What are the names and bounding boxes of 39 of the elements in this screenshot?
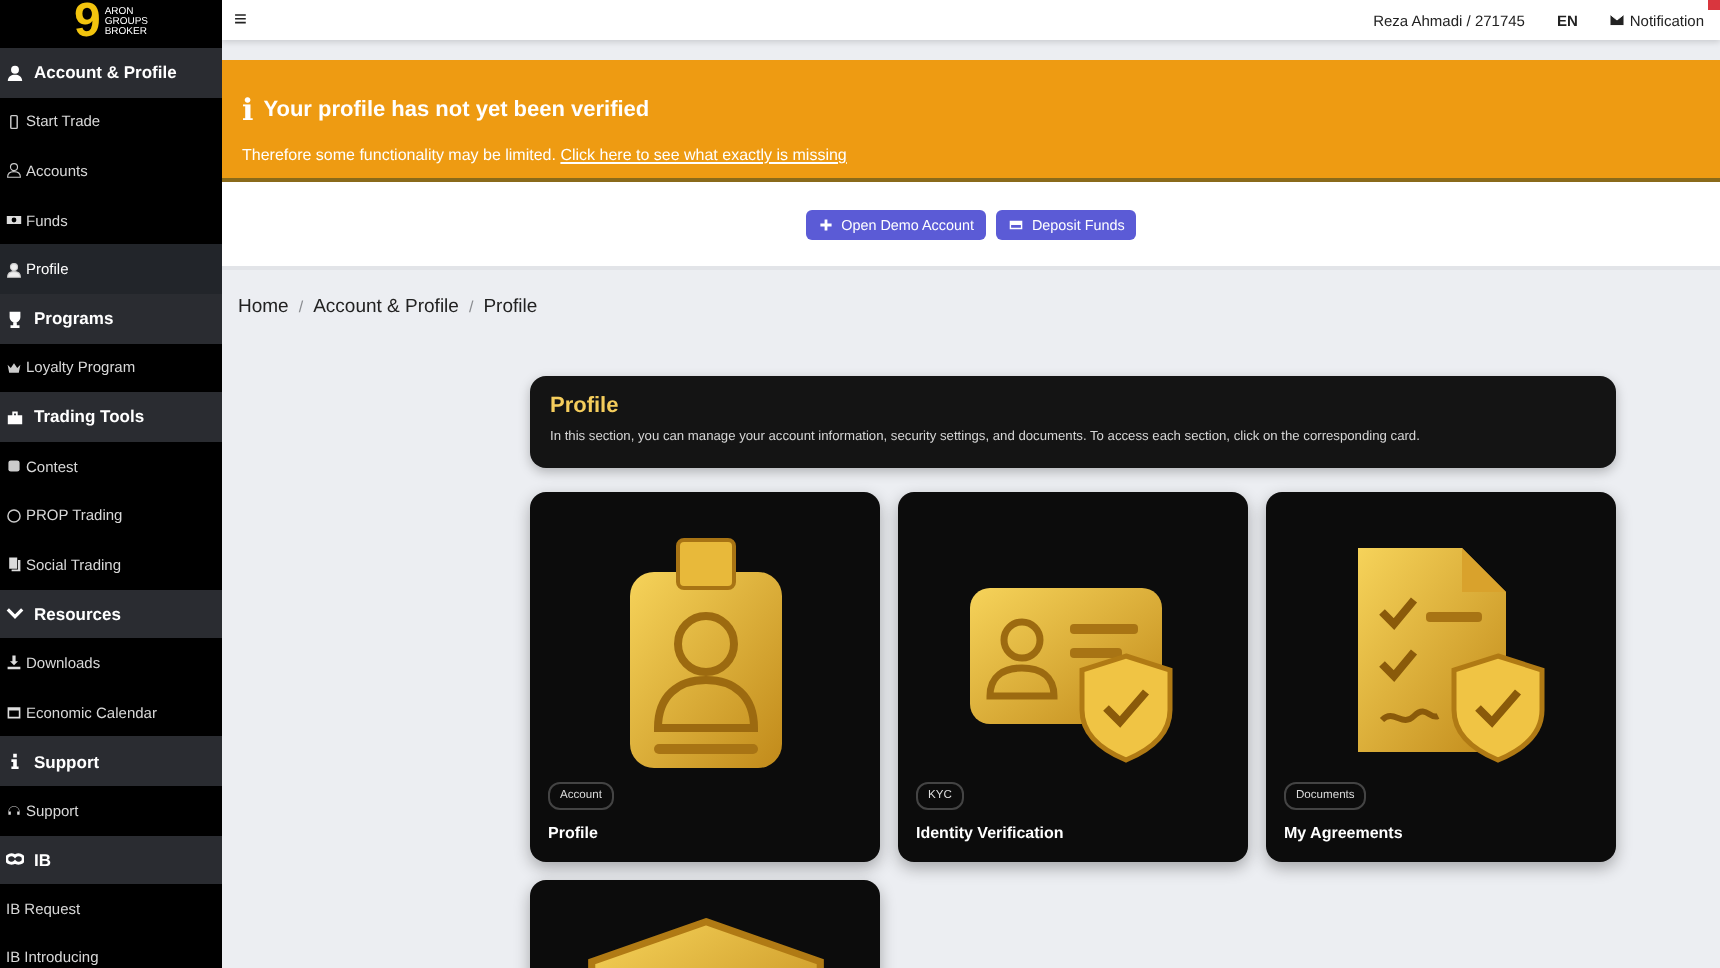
menu-item-icon (6, 556, 22, 573)
notification-badge (1708, 0, 1720, 10)
alert-text: Therefore some functionality may be limited. (242, 146, 556, 164)
breadcrumb-link[interactable]: Account & Profile (313, 296, 459, 318)
breadcrumb-separator: / (298, 298, 304, 316)
card-title: Profile (548, 824, 600, 842)
section-icon (6, 850, 24, 869)
card-title: Identity Verification (916, 824, 1066, 842)
menu-button[interactable]: ≡ (234, 8, 247, 32)
menu-item-icon (6, 802, 22, 819)
section-icon (6, 407, 24, 426)
breadcrumb-link[interactable]: Home (238, 296, 289, 318)
menu-item-icon (6, 654, 22, 671)
menu-item-icon (6, 212, 22, 229)
section-title: Profile (550, 394, 621, 418)
sidebar-section-header[interactable]: Support (0, 736, 222, 786)
menu-item-icon (6, 113, 22, 130)
section-icon (6, 752, 24, 771)
breadcrumb-separator: / (468, 298, 474, 316)
menu-item-icon (6, 359, 22, 376)
menu-item-icon (6, 162, 22, 179)
section-icon (6, 309, 24, 328)
menu-item-icon (6, 261, 22, 278)
sidebar-section-header[interactable]: Resources (0, 589, 222, 639)
credit-card-icon (1007, 217, 1024, 231)
card-title: My Agreements (1284, 824, 1405, 842)
sidebar-section-header[interactable]: Programs (0, 293, 222, 344)
sidebar-section-header[interactable]: Trading Tools (0, 392, 222, 442)
menu-item-icon (6, 507, 22, 524)
menu-item-icon (6, 458, 22, 475)
envelope-icon (1609, 14, 1624, 26)
menu-item-icon (6, 704, 22, 721)
alert-title: Your profile has not yet been verified (263, 98, 650, 122)
plus-icon (817, 217, 834, 231)
info-icon: i (242, 92, 254, 128)
sidebar-section-header[interactable]: IB (0, 835, 222, 885)
chevron-down-icon (6, 604, 24, 623)
sidebar-section-header[interactable]: Account & Profile (0, 48, 222, 98)
section-icon (6, 63, 24, 82)
